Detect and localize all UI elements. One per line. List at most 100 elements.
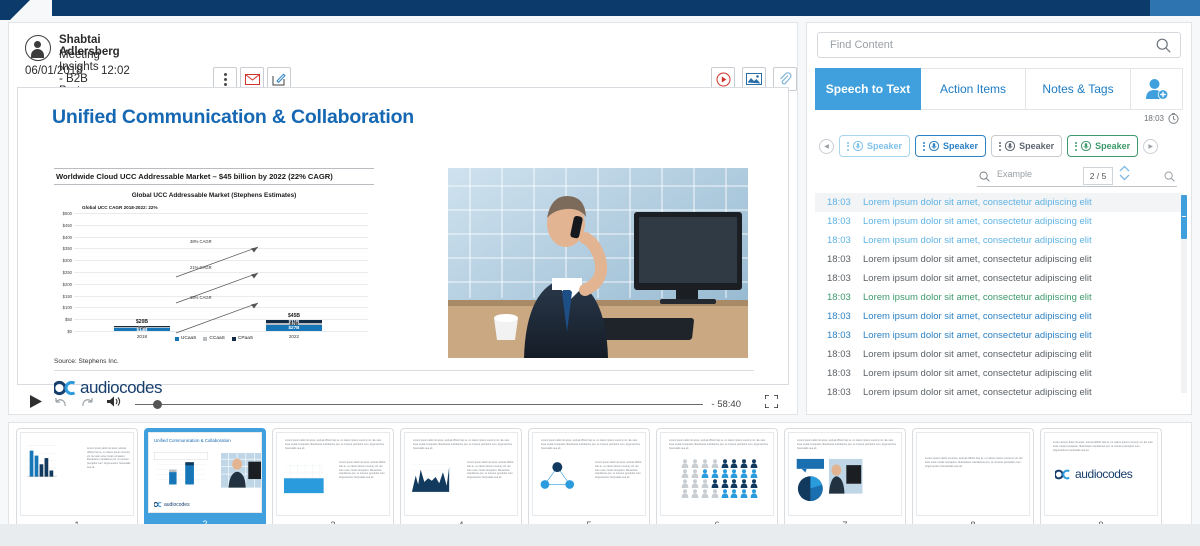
search-icon[interactable]: [1156, 38, 1171, 58]
transcript-scrollbar-thumb[interactable]: [1181, 195, 1187, 239]
chart-banner-title: Worldwide Cloud UCC Addressable Market –…: [54, 168, 374, 185]
slide-thumbnail-preview: Lorem ipsum dolor sit amet, animal offic…: [276, 432, 390, 516]
slide-thumbnail[interactable]: Lorem ipsum dolor sit amet, animal offic…: [272, 428, 394, 534]
clock-icon: [1168, 113, 1179, 124]
transcript-row-time: 18:03: [827, 387, 851, 398]
thumbnail-graphic: [793, 449, 865, 504]
slide-thumbnail[interactable]: Lorem ipsum dolor sit amet, animal offic…: [912, 428, 1034, 534]
clock-time: 18:03: [1143, 114, 1164, 123]
tab-action-items[interactable]: Action Items: [921, 68, 1026, 110]
transcript-list[interactable]: 18:03 Lorem ipsum dolor sit amet, consect…: [815, 193, 1183, 408]
timecode: - 58:40: [711, 398, 741, 410]
chart-cagr-arrow: [175, 302, 259, 334]
slide-thumbnail[interactable]: Unified Communication & Collaboration aud…: [144, 428, 266, 534]
transcript-row[interactable]: 18:03 Lorem ipsum dolor sit amet, consect…: [815, 307, 1183, 326]
transcript-match-counter: 2 / 5: [1083, 167, 1113, 185]
transcript-row-time: 18:03: [827, 349, 851, 360]
slide-thumbnail[interactable]: Lorem ipsum dolor sit amet, animal offic…: [400, 428, 522, 534]
transcript-row[interactable]: 18:03 Lorem ipsum dolor sit amet, consect…: [815, 288, 1183, 307]
speakers-next-button[interactable]: ▶: [1143, 138, 1159, 154]
slide-thumbnail[interactable]: Lorem ipsum dolor sit amet, animal offic…: [656, 428, 778, 534]
speaker-chip-label: Speaker: [867, 141, 903, 151]
transcript-row[interactable]: 18:03 Lorem ipsum dolor sit amet, consect…: [815, 212, 1183, 231]
chart-cagr-label: 21% CAGR: [190, 265, 212, 270]
chart-source: Source: Stephens Inc.: [54, 358, 119, 365]
speaker-menu-icon[interactable]: [923, 141, 926, 151]
speaker-menu-icon[interactable]: [1075, 141, 1078, 151]
slide-thumbnail[interactable]: Lorem ipsum dolor sit amet, animal offic…: [784, 428, 906, 534]
slide-thumbnail[interactable]: Lorem ipsum dolor sit amet, animal offic…: [16, 428, 138, 534]
chart-figure: Worldwide Cloud UCC Addressable Market –…: [54, 168, 374, 353]
transcript-match-stepper[interactable]: [1119, 165, 1130, 181]
window-chrome: [0, 0, 1200, 20]
transcript-row[interactable]: 18:03 Lorem ipsum dolor sit amet, consect…: [815, 193, 1183, 212]
transcript-search-field[interactable]: Example: [977, 167, 1177, 187]
top-navy-bar: [52, 0, 1150, 16]
chart-cagr-arrow: [175, 272, 259, 304]
chart-legend-item: UCaaS: [174, 336, 196, 341]
slide-thumbnail[interactable]: Lorem ipsum dolor sit amet, animal offic…: [1040, 428, 1162, 534]
seek-bar[interactable]: [135, 397, 704, 411]
speaker-filter-row[interactable]: ◀ Speaker Speaker Speaker Speaker ▶: [819, 131, 1181, 161]
transcript-row[interactable]: 18:03 Lorem ipsum dolor sit amet, consect…: [815, 250, 1183, 269]
thumbnail-body-text: Lorem ipsum dolor sit amet, animal offic…: [669, 439, 769, 450]
speaker-chip-1[interactable]: Speaker: [839, 135, 911, 157]
chart-bar: $2B$4B$14B: [114, 324, 170, 332]
transcript-row-time: 18:03: [827, 311, 851, 322]
transcript-row-time: 18:03: [827, 368, 851, 379]
chevron-down-icon: [1119, 174, 1130, 181]
transcript-row-time: 18:03: [827, 197, 851, 208]
transcript-row[interactable]: 18:03 Lorem ipsum dolor sit amet, consect…: [815, 383, 1183, 402]
transcript-row-text: Lorem ipsum dolor sit amet, consectetur …: [863, 311, 1092, 322]
transcript-row-text: Lorem ipsum dolor sit amet, consectetur …: [863, 349, 1092, 360]
chart-bar-segment: $14B: [114, 327, 170, 332]
slide-canvas[interactable]: Unified Communication & Collaboration Wo…: [17, 87, 789, 397]
forward-button[interactable]: [80, 395, 94, 413]
pencil-square-icon: [272, 73, 286, 86]
chart-annotation: Global UCC CAGR 2018-2022: 22%: [82, 205, 158, 210]
slide-thumbnail[interactable]: Lorem ipsum dolor sit amet, animal offic…: [528, 428, 650, 534]
play-button[interactable]: [30, 395, 42, 413]
find-content-field[interactable]: Find Content: [817, 32, 1181, 58]
insights-pane: Find Content Speech to Text Action Items N…: [806, 22, 1192, 415]
speaker-menu-icon[interactable]: [847, 141, 849, 151]
chart-y-tick: $350: [62, 246, 72, 252]
transcript-row[interactable]: 18:03 Lorem ipsum dolor sit amet, consect…: [815, 364, 1183, 383]
transcript-row-text: Lorem ipsum dolor sit amet, consectetur …: [863, 330, 1092, 341]
slide-photo: [448, 168, 748, 358]
transcript-search-icon[interactable]: [979, 169, 990, 187]
chart-legend: UCaaS CCaaS CPaaS: [54, 336, 374, 341]
transcript-search-submit-icon[interactable]: [1164, 169, 1175, 187]
transcript-row-time: 18:03: [827, 330, 851, 341]
thumbnail-body-text: Lorem ipsum dolor sit amet, animal offic…: [285, 439, 385, 450]
thumbnail-body-text: Lorem ipsum dolor sit amet, animal offic…: [467, 461, 514, 479]
chart-y-tick: $300: [62, 258, 72, 264]
thumbnail-logo: audiocodes: [154, 501, 190, 508]
speaker-chip-2[interactable]: Speaker: [915, 135, 987, 157]
chart-gridline: [74, 224, 368, 226]
speaker-chip-3[interactable]: Speaker: [991, 135, 1063, 157]
chart-bar-segment: $27B: [266, 324, 322, 331]
slide-thumbnail-preview: Lorem ipsum dolor sit amet, animal offic…: [404, 432, 518, 516]
tab-notes-tags[interactable]: Notes & Tags: [1026, 68, 1131, 110]
transcript-row[interactable]: 18:03 Lorem ipsum dolor sit amet, consect…: [815, 345, 1183, 364]
chart-y-tick: $500: [62, 211, 72, 216]
insights-tabs[interactable]: Speech to Text Action Items Notes & Tags: [815, 68, 1131, 110]
add-participant-button[interactable]: [1131, 68, 1183, 110]
chart-x-tick: 2022: [288, 334, 300, 339]
fullscreen-button[interactable]: [764, 394, 779, 413]
chart-y-tick: $250: [62, 270, 72, 275]
seek-handle[interactable]: [153, 400, 162, 409]
speakers-prev-button[interactable]: ◀: [819, 138, 834, 154]
transcript-row[interactable]: 18:03 Lorem ipsum dolor sit amet, consect…: [815, 231, 1183, 250]
tab-speech-to-text[interactable]: Speech to Text: [815, 68, 921, 110]
transcript-row[interactable]: 18:03 Lorem ipsum dolor sit amet, consect…: [815, 326, 1183, 345]
speaker-menu-icon[interactable]: [999, 141, 1002, 151]
app-root: Shabtai Adlersberg Meeting Insights - B2…: [0, 20, 1200, 546]
transcript-row[interactable]: 18:03 Lorem ipsum dolor sit amet, consect…: [815, 269, 1183, 288]
speaker-chip-label: Speaker: [1095, 141, 1131, 151]
volume-button[interactable]: [106, 395, 121, 413]
rewind-button[interactable]: [54, 395, 68, 413]
speaker-chip-4[interactable]: Speaker: [1067, 135, 1139, 157]
slide-thumbnail-strip[interactable]: Lorem ipsum dolor sit amet, animal offic…: [8, 422, 1192, 540]
